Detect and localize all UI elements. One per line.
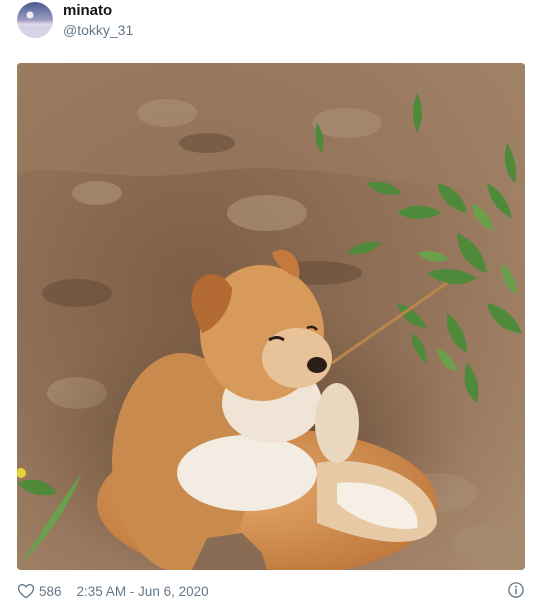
like-count: 586: [39, 583, 62, 599]
info-button[interactable]: [507, 581, 525, 602]
user-handle[interactable]: @tokky_31: [63, 22, 133, 38]
display-name[interactable]: minato: [63, 2, 133, 19]
tweet-timestamp[interactable]: 2:35 AM - Jun 6, 2020: [77, 584, 209, 599]
tweet-card: minato @tokky_31 586 2:35 AM - Jun 6, 20…: [0, 0, 542, 611]
like-button[interactable]: 586: [17, 582, 62, 600]
tweet-photo[interactable]: [17, 63, 525, 570]
heart-outline-icon: [17, 582, 35, 600]
tweet-header: minato @tokky_31: [17, 2, 133, 38]
tweet-footer: 586 2:35 AM - Jun 6, 2020: [17, 578, 525, 604]
dog-in-dirt-photo: [17, 63, 525, 570]
author-names: minato @tokky_31: [63, 2, 133, 38]
info-circle-icon: [507, 581, 525, 602]
avatar[interactable]: [17, 2, 53, 39]
